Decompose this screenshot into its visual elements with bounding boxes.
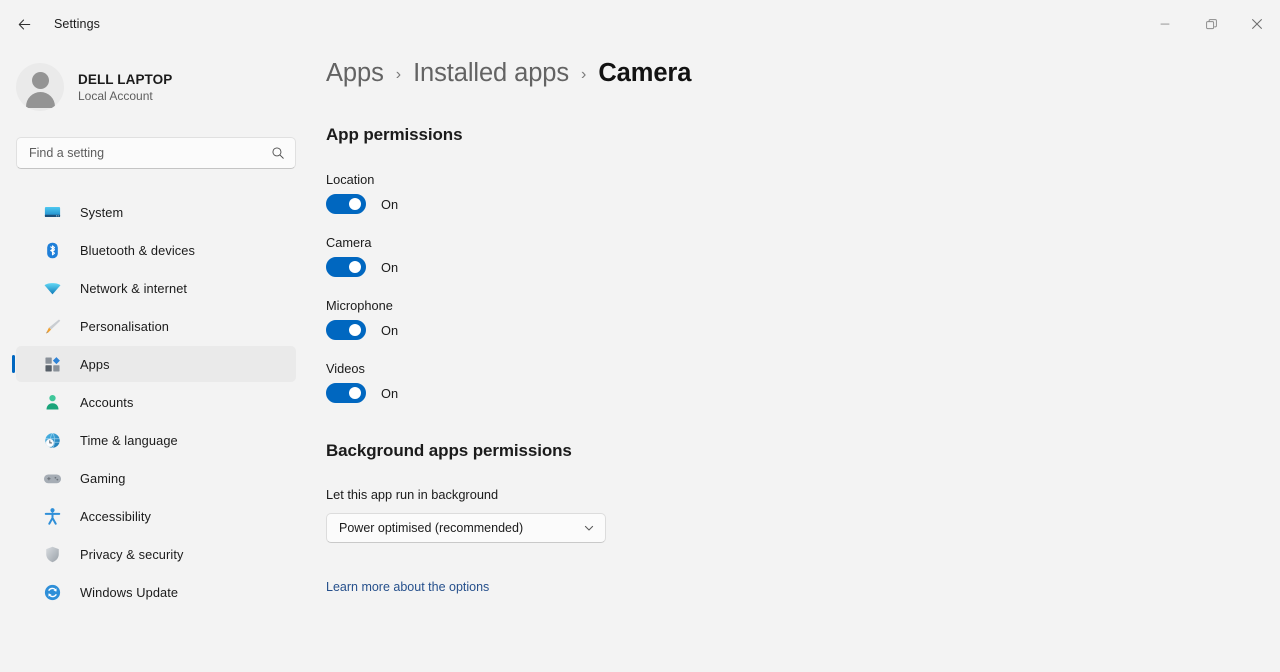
toggle-state-label: On: [381, 197, 398, 212]
permission-label: Camera: [326, 235, 1280, 250]
camera-toggle[interactable]: [326, 257, 366, 277]
title-bar: Settings: [0, 0, 1280, 48]
sidebar-item-label: Accessibility: [80, 509, 151, 524]
sidebar-item-network-internet[interactable]: Network & internet: [16, 270, 296, 306]
back-button[interactable]: [6, 8, 42, 40]
minimize-icon: [1159, 18, 1171, 30]
bluetooth-icon: [42, 240, 62, 260]
toggle-state-label: On: [381, 260, 398, 275]
permission-control: On: [326, 320, 1280, 340]
update-refresh-icon: [42, 582, 62, 602]
avatar-head: [32, 72, 49, 89]
paintbrush-icon: [42, 316, 62, 336]
toggle-knob: [349, 387, 361, 399]
accessibility-icon: [42, 506, 62, 526]
back-arrow-icon: [17, 17, 32, 32]
sidebar-item-system[interactable]: System: [16, 194, 296, 230]
app-permissions-heading: App permissions: [326, 125, 1280, 145]
sidebar-item-apps[interactable]: Apps: [16, 346, 296, 382]
learn-more-link[interactable]: Learn more about the options: [326, 580, 489, 594]
window-controls: [1142, 0, 1280, 48]
account-type: Local Account: [78, 89, 172, 103]
permission-row-videos: Videos On: [326, 361, 1280, 403]
background-run-label: Let this app run in background: [326, 487, 1280, 502]
wifi-icon: [42, 278, 62, 298]
sidebar-item-label: System: [80, 205, 123, 220]
search-box[interactable]: [16, 137, 296, 169]
gamepad-icon: [42, 468, 62, 488]
permission-control: On: [326, 257, 1280, 277]
monitor-icon: [42, 202, 62, 222]
permission-label: Microphone: [326, 298, 1280, 313]
microphone-toggle[interactable]: [326, 320, 366, 340]
sidebar-item-label: Apps: [80, 357, 110, 372]
close-icon: [1251, 18, 1263, 30]
person-icon: [42, 392, 62, 412]
apps-grid-icon: [42, 354, 62, 374]
permission-label: Videos: [326, 361, 1280, 376]
sidebar-item-windows-update[interactable]: Windows Update: [16, 574, 296, 610]
permission-label: Location: [326, 172, 1280, 187]
breadcrumb: Apps › Installed apps › Camera: [326, 59, 1280, 88]
app-title: Settings: [54, 17, 100, 31]
search-input[interactable]: [29, 146, 271, 160]
permission-control: On: [326, 383, 1280, 403]
breadcrumb-separator: ›: [581, 66, 586, 84]
sidebar-item-personalisation[interactable]: Personalisation: [16, 308, 296, 344]
sidebar-item-label: Accounts: [80, 395, 133, 410]
shield-icon: [42, 544, 62, 564]
avatar: [16, 63, 64, 111]
main-content: Apps › Installed apps › Camera App permi…: [312, 48, 1280, 672]
breadcrumb-item-apps[interactable]: Apps: [326, 59, 384, 88]
breadcrumb-separator: ›: [396, 66, 401, 84]
sidebar-item-time-language[interactable]: Time & language: [16, 422, 296, 458]
search-icon: [271, 146, 285, 160]
toggle-knob: [349, 261, 361, 273]
sidebar-item-label: Bluetooth & devices: [80, 243, 195, 258]
sidebar-item-label: Privacy & security: [80, 547, 184, 562]
selection-indicator: [12, 355, 15, 373]
permission-row-location: Location On: [326, 172, 1280, 214]
chevron-down-icon: [583, 522, 595, 534]
sidebar-item-accessibility[interactable]: Accessibility: [16, 498, 296, 534]
permission-control: On: [326, 194, 1280, 214]
background-run-dropdown[interactable]: Power optimised (recommended): [326, 513, 606, 543]
toggle-state-label: On: [381, 323, 398, 338]
sidebar-item-bluetooth-devices[interactable]: Bluetooth & devices: [16, 232, 296, 268]
restore-icon: [1205, 18, 1218, 31]
sidebar: DELL LAPTOP Local Account: [0, 48, 312, 672]
sidebar-nav: System Bluetooth & devices: [0, 194, 312, 610]
maximize-button[interactable]: [1188, 0, 1234, 48]
location-toggle[interactable]: [326, 194, 366, 214]
breadcrumb-item-camera: Camera: [598, 59, 691, 88]
clock-globe-icon: [42, 430, 62, 450]
toggle-knob: [349, 324, 361, 336]
toggle-state-label: On: [381, 386, 398, 401]
permission-row-microphone: Microphone On: [326, 298, 1280, 340]
account-text: DELL LAPTOP Local Account: [78, 72, 172, 103]
permission-row-camera: Camera On: [326, 235, 1280, 277]
sidebar-item-label: Network & internet: [80, 281, 187, 296]
sidebar-item-gaming[interactable]: Gaming: [16, 460, 296, 496]
breadcrumb-item-installed-apps[interactable]: Installed apps: [413, 59, 569, 88]
avatar-body: [26, 92, 55, 108]
sidebar-item-label: Gaming: [80, 471, 125, 486]
sidebar-item-label: Time & language: [80, 433, 178, 448]
account-card[interactable]: DELL LAPTOP Local Account: [16, 56, 296, 118]
sidebar-item-label: Personalisation: [80, 319, 169, 334]
close-button[interactable]: [1234, 0, 1280, 48]
dropdown-selected-value: Power optimised (recommended): [339, 521, 523, 535]
toggle-knob: [349, 198, 361, 210]
sidebar-item-privacy-security[interactable]: Privacy & security: [16, 536, 296, 572]
background-permissions-heading: Background apps permissions: [326, 441, 1280, 461]
sidebar-item-accounts[interactable]: Accounts: [16, 384, 296, 420]
videos-toggle[interactable]: [326, 383, 366, 403]
account-name: DELL LAPTOP: [78, 72, 172, 87]
minimize-button[interactable]: [1142, 0, 1188, 48]
sidebar-item-label: Windows Update: [80, 585, 178, 600]
